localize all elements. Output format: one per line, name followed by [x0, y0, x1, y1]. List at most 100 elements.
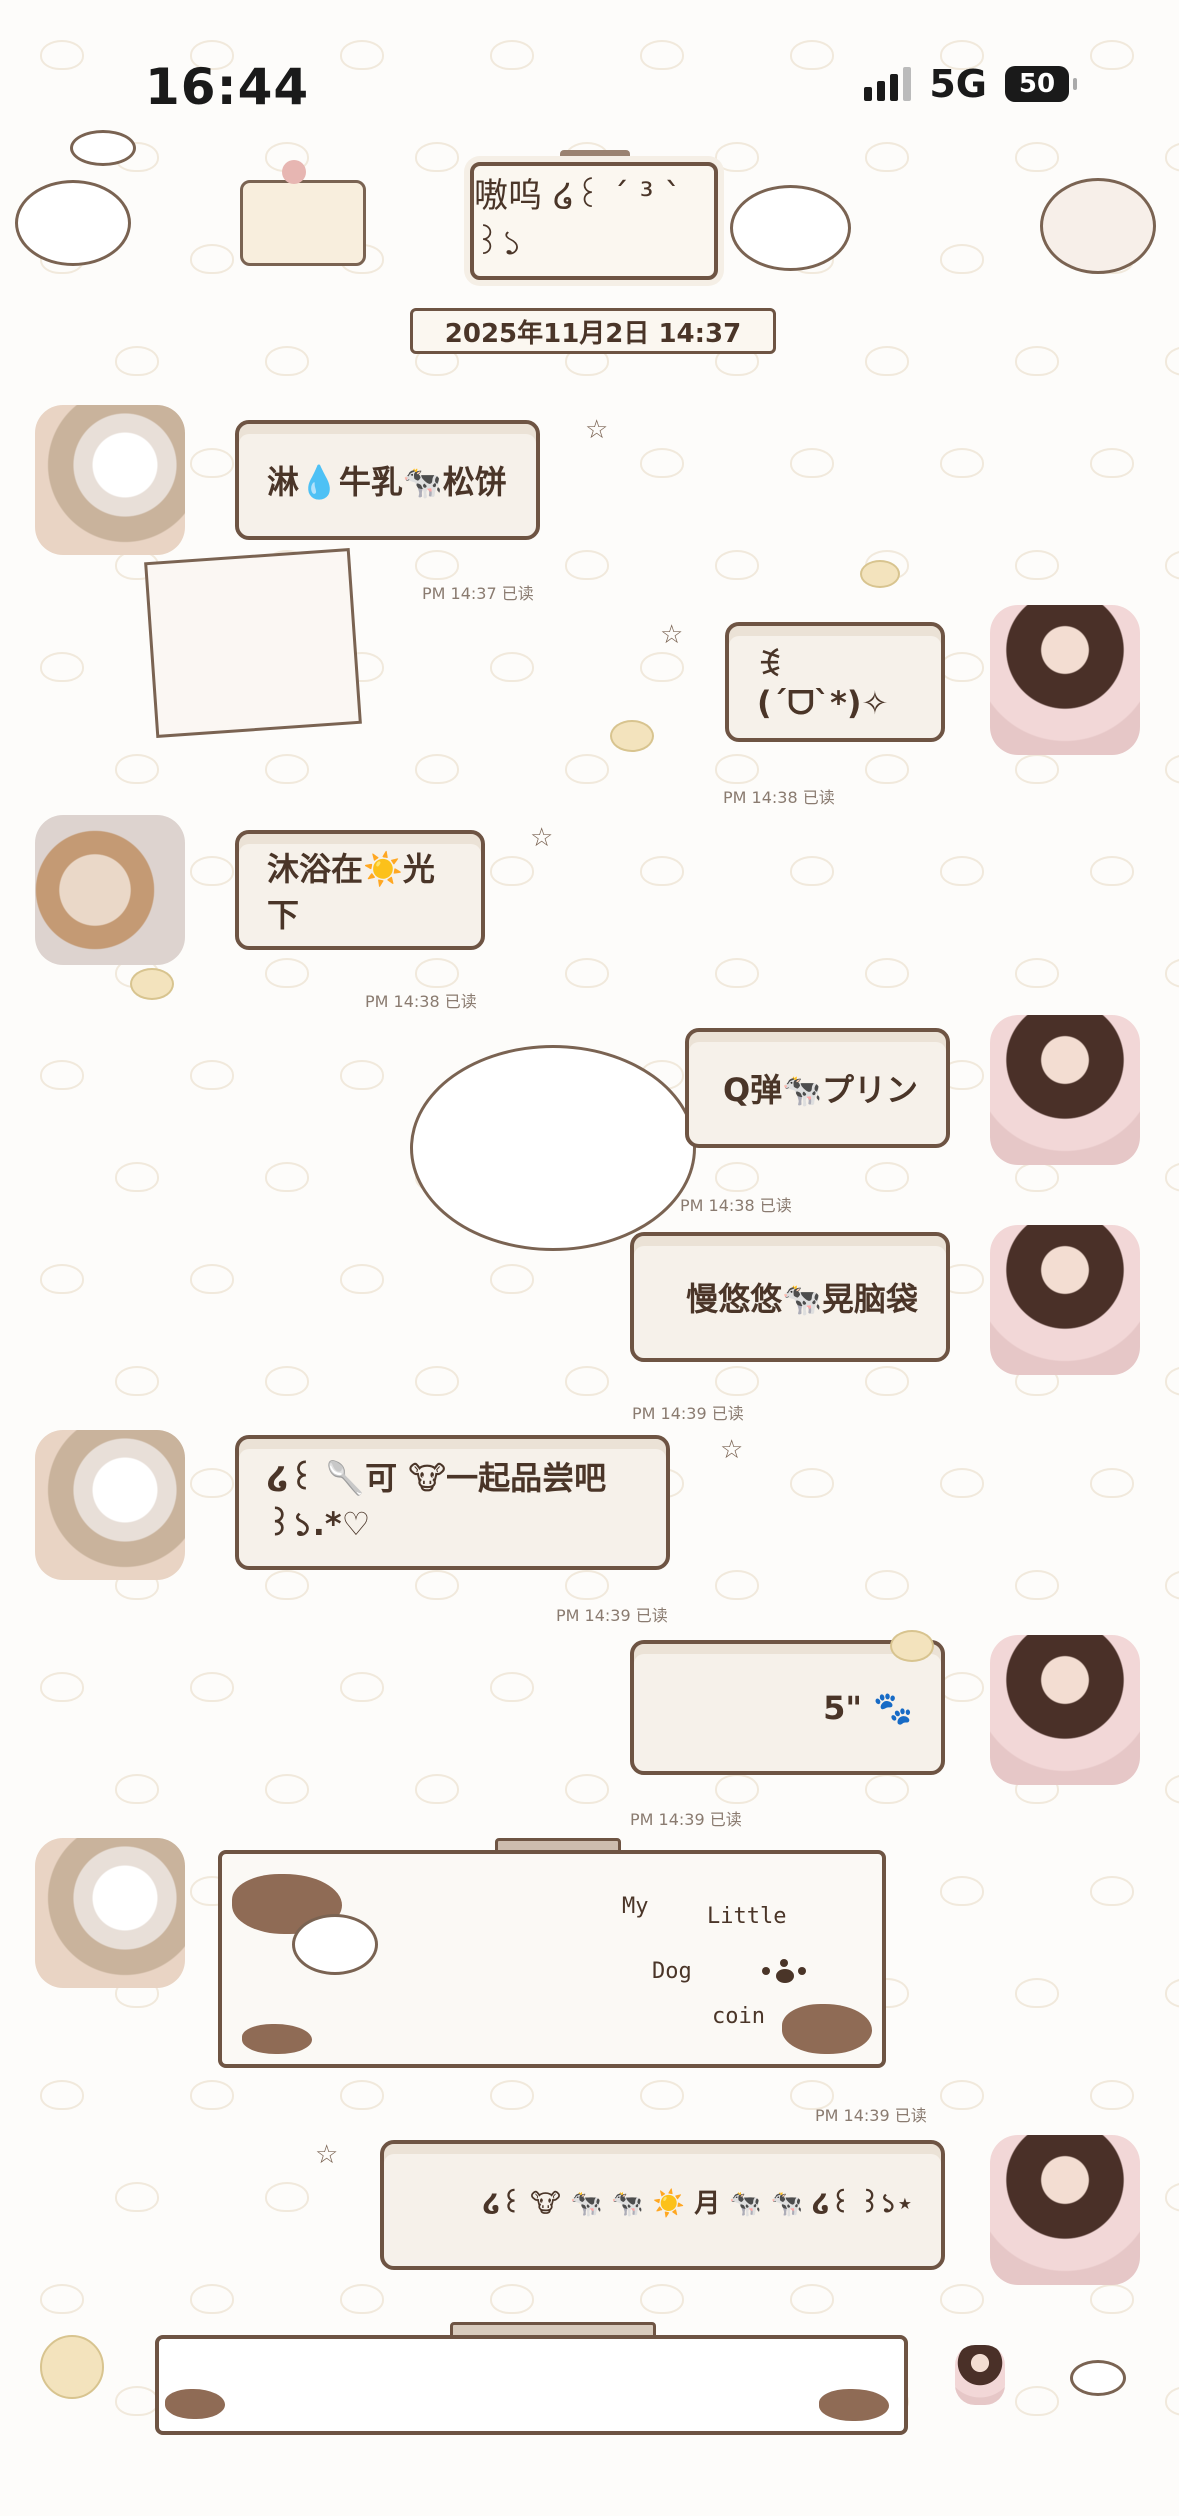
background-dot-icon: [190, 856, 234, 886]
background-dot-icon: [940, 2080, 984, 2110]
thought-bubble-icon: [70, 130, 136, 166]
background-dot-icon: [790, 448, 834, 478]
background-dot-icon: [715, 1774, 759, 1804]
bun-icon: [610, 720, 654, 752]
background-dot-icon: [115, 346, 159, 376]
background-dot-icon: [265, 1774, 309, 1804]
background-dot-icon: [115, 1774, 159, 1804]
background-dot-icon: [190, 448, 234, 478]
background-dot-icon: [640, 2284, 684, 2314]
card-line: Little: [707, 1904, 787, 1929]
background-dot-icon: [865, 346, 909, 376]
background-dot-icon: [565, 550, 609, 580]
paw-icon: [762, 1959, 812, 1989]
background-dot-icon: [940, 1672, 984, 1702]
background-dot-icon: [940, 652, 984, 682]
avatar[interactable]: [990, 605, 1140, 755]
background-dot-icon: [715, 754, 759, 784]
background-dot-icon: [790, 2284, 834, 2314]
background-dot-icon: [1015, 2386, 1059, 2416]
background-dot-icon: [190, 244, 234, 274]
background-dot-icon: [415, 1366, 459, 1396]
message-bubble[interactable]: 淋💧牛乳🐄松饼: [235, 420, 540, 540]
background-dot-icon: [1090, 40, 1134, 70]
message-bubble[interactable]: 沐浴在☀️光下: [235, 830, 485, 950]
background-dot-icon: [1015, 142, 1059, 172]
avatar[interactable]: [35, 815, 185, 965]
background-dot-icon: [565, 1570, 609, 1600]
background-dot-icon: [40, 1060, 84, 1090]
star-icon: ☆: [315, 2140, 339, 2170]
background-dot-icon: [265, 1162, 309, 1192]
message-meta: PM 14:38 已读: [723, 788, 835, 807]
background-dot-icon: [340, 1672, 384, 1702]
background-dot-icon: [415, 754, 459, 784]
background-dot-icon: [490, 1672, 534, 1702]
avatar[interactable]: [35, 405, 185, 555]
image-card[interactable]: My Little Dog coin: [218, 1850, 886, 2068]
message-bubble[interactable]: 5" 🐾: [630, 1640, 945, 1775]
background-dot-icon: [865, 142, 909, 172]
background-dot-icon: [1015, 754, 1059, 784]
message-meta: PM 14:38 已读: [365, 992, 477, 1011]
avatar[interactable]: [990, 1015, 1140, 1165]
background-dot-icon: [1090, 448, 1134, 478]
bun-icon: [860, 560, 900, 588]
message-input[interactable]: [155, 2335, 908, 2435]
background-dot-icon: [865, 754, 909, 784]
message-bubble[interactable]: Q弹🐄プリン: [685, 1028, 950, 1148]
avatar[interactable]: [990, 1225, 1140, 1375]
background-dot-icon: [865, 1162, 909, 1192]
background-dot-icon: [40, 652, 84, 682]
date-header: 2025年11月2日 14:37: [410, 308, 776, 354]
message-meta: PM 14:39 已读: [815, 2106, 927, 2125]
bun-icon: [130, 968, 174, 1000]
background-dot-icon: [940, 1468, 984, 1498]
background-dot-icon: [40, 1672, 84, 1702]
background-dot-icon: [490, 1264, 534, 1294]
background-dot-icon: [340, 2080, 384, 2110]
background-dot-icon: [265, 1366, 309, 1396]
background-dot-icon: [1165, 2182, 1179, 2212]
background-dot-icon: [265, 1570, 309, 1600]
background-dot-icon: [640, 652, 684, 682]
cake-icon: [240, 180, 366, 266]
background-dot-icon: [190, 2080, 234, 2110]
card-line: coin: [712, 2004, 765, 2029]
background-dot-icon: [40, 40, 84, 70]
background-dot-icon: [490, 40, 534, 70]
background-dot-icon: [565, 958, 609, 988]
background-dot-icon: [490, 2080, 534, 2110]
background-dot-icon: [940, 856, 984, 886]
background-dot-icon: [415, 550, 459, 580]
background-dot-icon: [1165, 2386, 1179, 2416]
message-bubble[interactable]: ໒꒰ 🐮 🐄 🐄 ☀️ 月 🐄 🐄 ໒꒰ ꒱১⋆: [380, 2140, 945, 2270]
avatar[interactable]: [990, 2135, 1140, 2285]
page-title[interactable]: 嗷呜 ໒꒰ ´ ³ ` ꒱১: [470, 162, 718, 280]
background-dot-icon: [715, 1570, 759, 1600]
background-dot-icon: [190, 1672, 234, 1702]
background-dot-icon: [565, 1774, 609, 1804]
background-dot-icon: [490, 2284, 534, 2314]
background-dot-icon: [715, 1366, 759, 1396]
background-dot-icon: [715, 958, 759, 988]
background-dot-icon: [340, 1060, 384, 1090]
background-dot-icon: [40, 1264, 84, 1294]
background-dot-icon: [1015, 550, 1059, 580]
background-dot-icon: [865, 1774, 909, 1804]
sticker-button[interactable]: [955, 2345, 1005, 2405]
cow-spot-icon: [242, 2024, 312, 2054]
background-dot-icon: [40, 2284, 84, 2314]
avatar[interactable]: [990, 1635, 1140, 1785]
message-bubble[interactable]: ꉂ(ˊᗜˋ*)✧: [725, 622, 945, 742]
message-bubble[interactable]: ໒꒰ 🥄可 🐮一起品尝吧 ꒱১.*♡: [235, 1435, 670, 1570]
star-icon: ☆: [720, 1435, 744, 1465]
background-dot-icon: [1165, 958, 1179, 988]
puppy-sticker-icon: [410, 1045, 696, 1251]
message-bubble[interactable]: 慢悠悠🐄晃脑袋: [630, 1232, 950, 1362]
avatar[interactable]: [35, 1430, 185, 1580]
avatar[interactable]: [35, 1838, 185, 1988]
cow-spot-icon: [782, 2004, 872, 2054]
background-dot-icon: [490, 652, 534, 682]
strawberry-icon: [282, 160, 306, 184]
